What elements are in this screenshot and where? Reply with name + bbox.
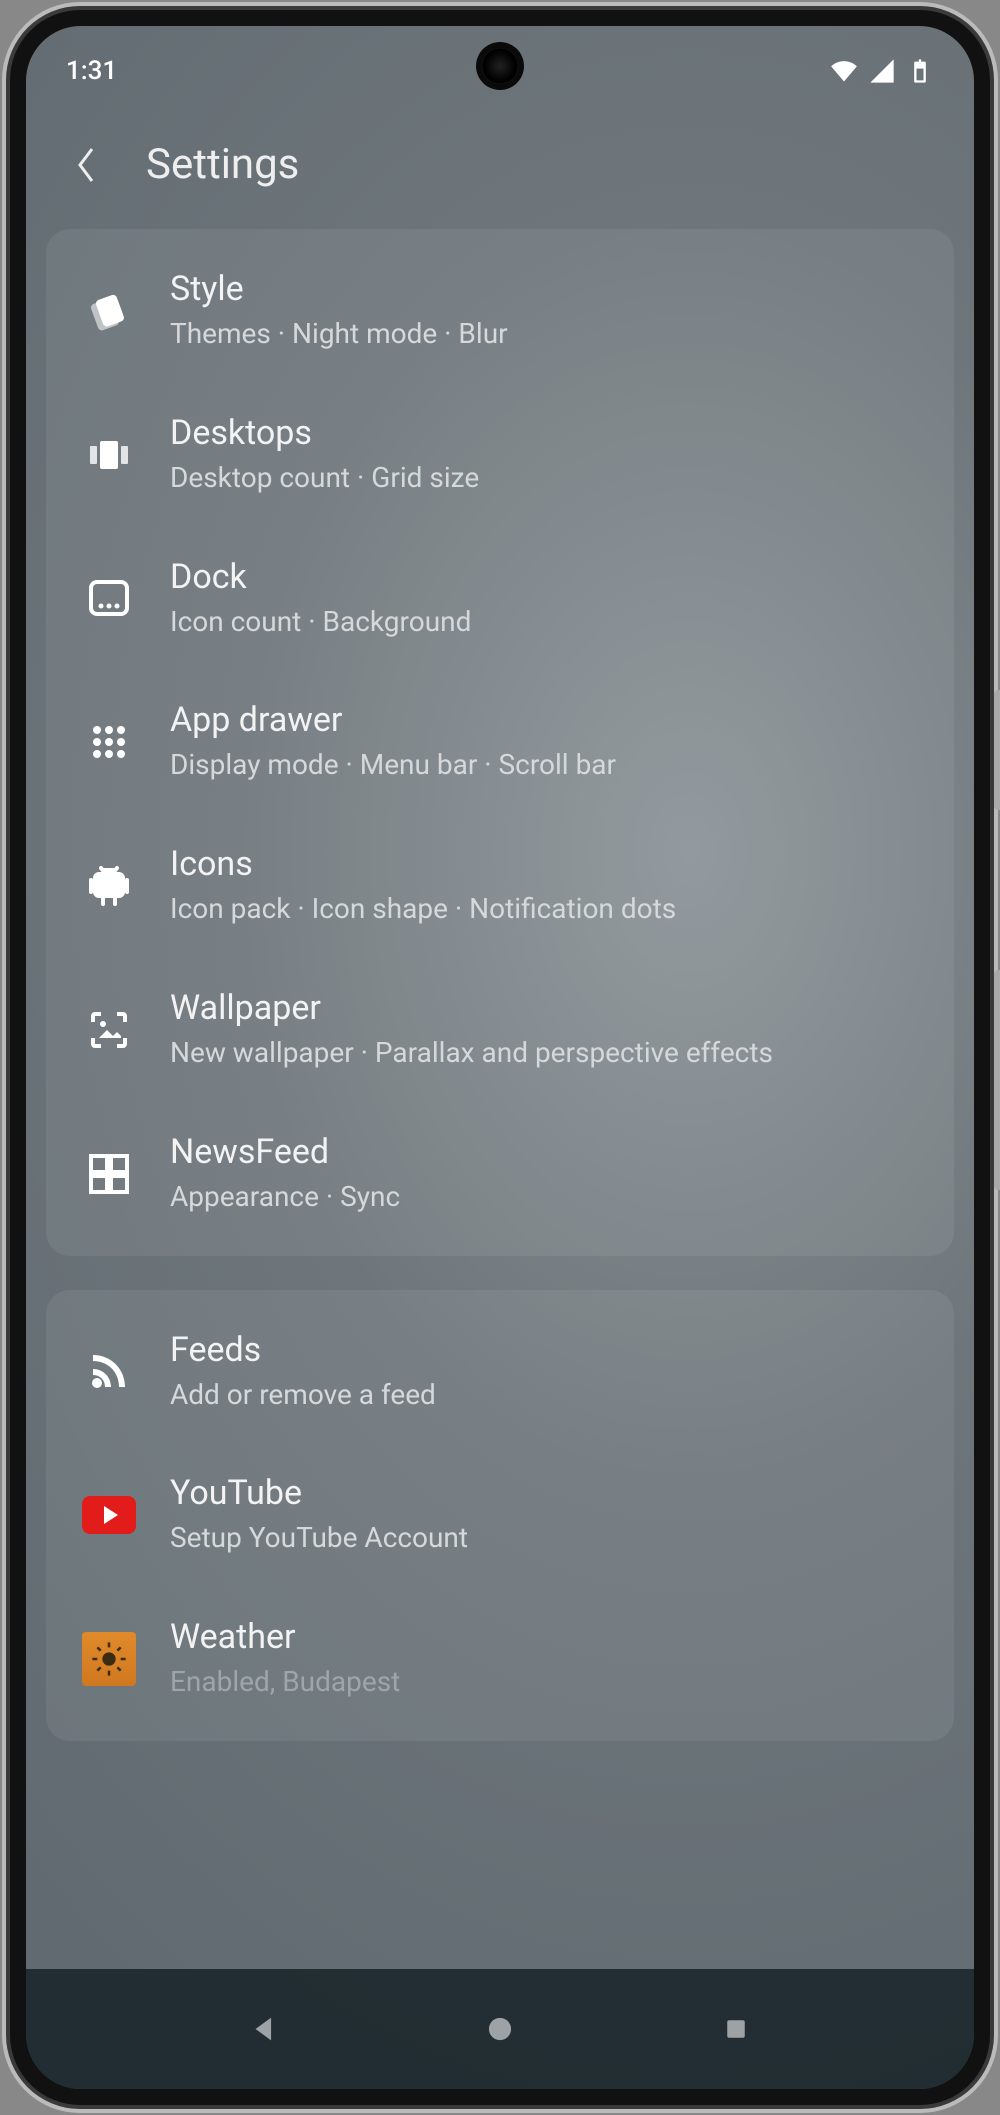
- settings-item-subtitle: Icon pack · Icon shape · Notification do…: [170, 890, 676, 928]
- nav-home-button[interactable]: [476, 2005, 524, 2053]
- cell-signal-icon: [868, 57, 896, 85]
- settings-item-title: NewsFeed: [170, 1132, 400, 1172]
- settings-group: Feeds Add or remove a feed YouTube Setup…: [46, 1290, 954, 1741]
- settings-item-title: App drawer: [170, 700, 616, 740]
- settings-item-youtube[interactable]: YouTube Setup YouTube Account: [46, 1443, 954, 1587]
- settings-item-icons[interactable]: Icons Icon pack · Icon shape · Notificat…: [46, 814, 954, 958]
- settings-item-appdrawer[interactable]: App drawer Display mode · Menu bar · Scr…: [46, 670, 954, 814]
- settings-item-title: Icons: [170, 844, 676, 884]
- desktops-icon: [82, 428, 136, 482]
- settings-item-subtitle: Setup YouTube Account: [170, 1519, 468, 1557]
- nav-back-button[interactable]: [240, 2005, 288, 2053]
- page-title: Settings: [146, 140, 299, 189]
- settings-item-title: Feeds: [170, 1330, 436, 1370]
- style-icon: [82, 284, 136, 338]
- side-button: [994, 690, 1000, 810]
- settings-item-subtitle: Themes · Night mode · Blur: [170, 315, 508, 353]
- settings-item-title: Dock: [170, 557, 471, 597]
- rss-icon: [82, 1344, 136, 1398]
- phone-frame: 1:31 Settings S: [10, 10, 990, 2105]
- side-button: [994, 970, 1000, 1190]
- screen: 1:31 Settings S: [26, 26, 974, 2089]
- settings-item-subtitle: Icon count · Background: [170, 603, 471, 641]
- settings-item-subtitle: Appearance · Sync: [170, 1178, 400, 1216]
- dock-icon: [82, 571, 136, 625]
- settings-item-newsfeed[interactable]: NewsFeed Appearance · Sync: [46, 1102, 954, 1246]
- settings-item-title: Desktops: [170, 413, 479, 453]
- settings-item-subtitle: New wallpaper · Parallax and perspective…: [170, 1034, 773, 1072]
- settings-item-subtitle: Add or remove a feed: [170, 1376, 436, 1414]
- settings-item-weather[interactable]: Weather Enabled, Budapest: [46, 1587, 954, 1731]
- settings-item-subtitle: Desktop count · Grid size: [170, 459, 479, 497]
- settings-item-desktops[interactable]: Desktops Desktop count · Grid size: [46, 383, 954, 527]
- settings-item-title: YouTube: [170, 1473, 468, 1513]
- settings-item-wallpaper[interactable]: Wallpaper New wallpaper · Parallax and p…: [46, 958, 954, 1102]
- settings-item-title: Weather: [170, 1617, 400, 1657]
- status-icons: [830, 57, 934, 85]
- app-header: Settings: [26, 116, 974, 229]
- back-button[interactable]: [66, 145, 106, 185]
- weather-icon: [82, 1632, 136, 1686]
- settings-item-dock[interactable]: Dock Icon count · Background: [46, 527, 954, 671]
- youtube-icon: [82, 1488, 136, 1542]
- settings-item-subtitle: Display mode · Menu bar · Scroll bar: [170, 746, 616, 784]
- camera-cutout: [482, 48, 518, 84]
- nav-recent-button[interactable]: [712, 2005, 760, 2053]
- android-icon: [82, 859, 136, 913]
- settings-item-feeds[interactable]: Feeds Add or remove a feed: [46, 1300, 954, 1444]
- wifi-icon: [830, 57, 858, 85]
- navigation-bar: [26, 1969, 974, 2089]
- settings-content: Style Themes · Night mode · Blur Desktop…: [26, 229, 974, 1741]
- settings-item-title: Style: [170, 269, 508, 309]
- wallpaper-icon: [82, 1003, 136, 1057]
- status-time: 1:31: [66, 56, 117, 86]
- settings-item-title: Wallpaper: [170, 988, 773, 1028]
- chevron-left-icon: [72, 145, 100, 185]
- settings-item-subtitle: Enabled, Budapest: [170, 1663, 400, 1701]
- settings-group: Style Themes · Night mode · Blur Desktop…: [46, 229, 954, 1256]
- settings-item-style[interactable]: Style Themes · Night mode · Blur: [46, 239, 954, 383]
- appdrawer-icon: [82, 715, 136, 769]
- newsfeed-icon: [82, 1147, 136, 1201]
- battery-icon: [906, 57, 934, 85]
